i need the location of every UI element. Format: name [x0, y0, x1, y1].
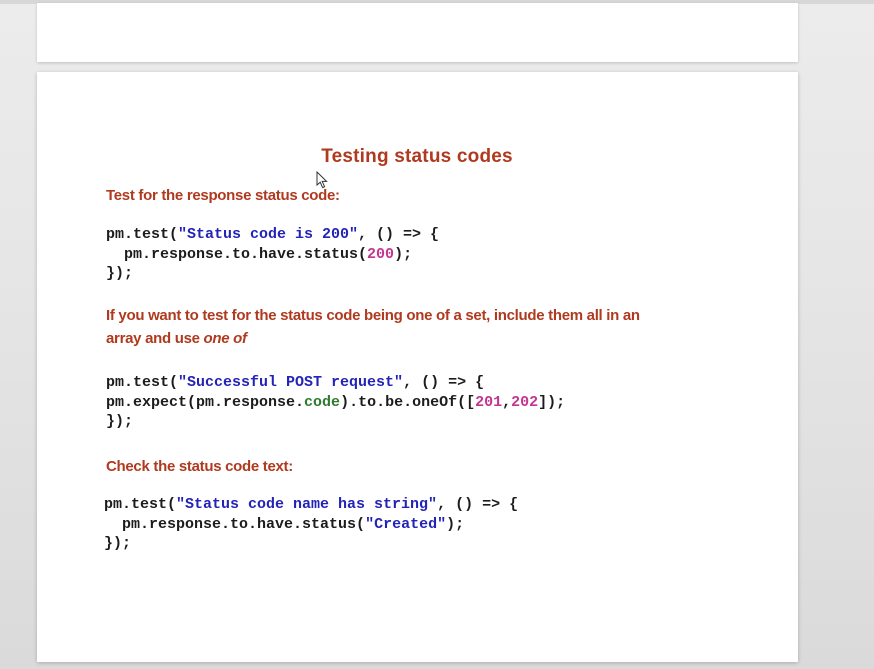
code-line: }); — [106, 413, 134, 430]
code-line: }); — [106, 265, 134, 282]
slide-title: Testing status codes — [321, 146, 513, 167]
code-block-status-text: pm.test("Status code name has string", (… — [86, 495, 518, 554]
mouse-pointer-icon — [316, 171, 328, 189]
code-line: pm.response.to.have.status("Created"); — [104, 515, 465, 533]
code-line: pm.test("Status code is 200", () => { — [106, 226, 440, 243]
section-heading-status-text: Check the status code text: — [106, 458, 293, 475]
heading-line: If you want to test for the status code … — [106, 307, 640, 324]
section-heading-one-of-set: If you want to test for the status code … — [106, 304, 746, 350]
heading-line: array and use — [106, 330, 204, 347]
code-line: }); — [104, 535, 132, 552]
code-line: pm.response.to.have.status(200); — [106, 245, 413, 263]
code-line: pm.test("Successful POST request", () =>… — [106, 374, 485, 391]
code-line: pm.test("Status code name has string", (… — [86, 496, 519, 513]
code-line: pm.expect(pm.response.code).to.be.oneOf(… — [106, 393, 566, 411]
heading-emphasis: one of — [203, 330, 248, 347]
previous-slide-thumbnail[interactable] — [37, 3, 798, 62]
code-block-one-of: pm.test("Successful POST request", () =>… — [106, 373, 565, 432]
section-heading-response-status: Test for the response status code: — [106, 187, 340, 204]
code-block-status-200: pm.test("Status code is 200", () => { pm… — [106, 225, 439, 284]
